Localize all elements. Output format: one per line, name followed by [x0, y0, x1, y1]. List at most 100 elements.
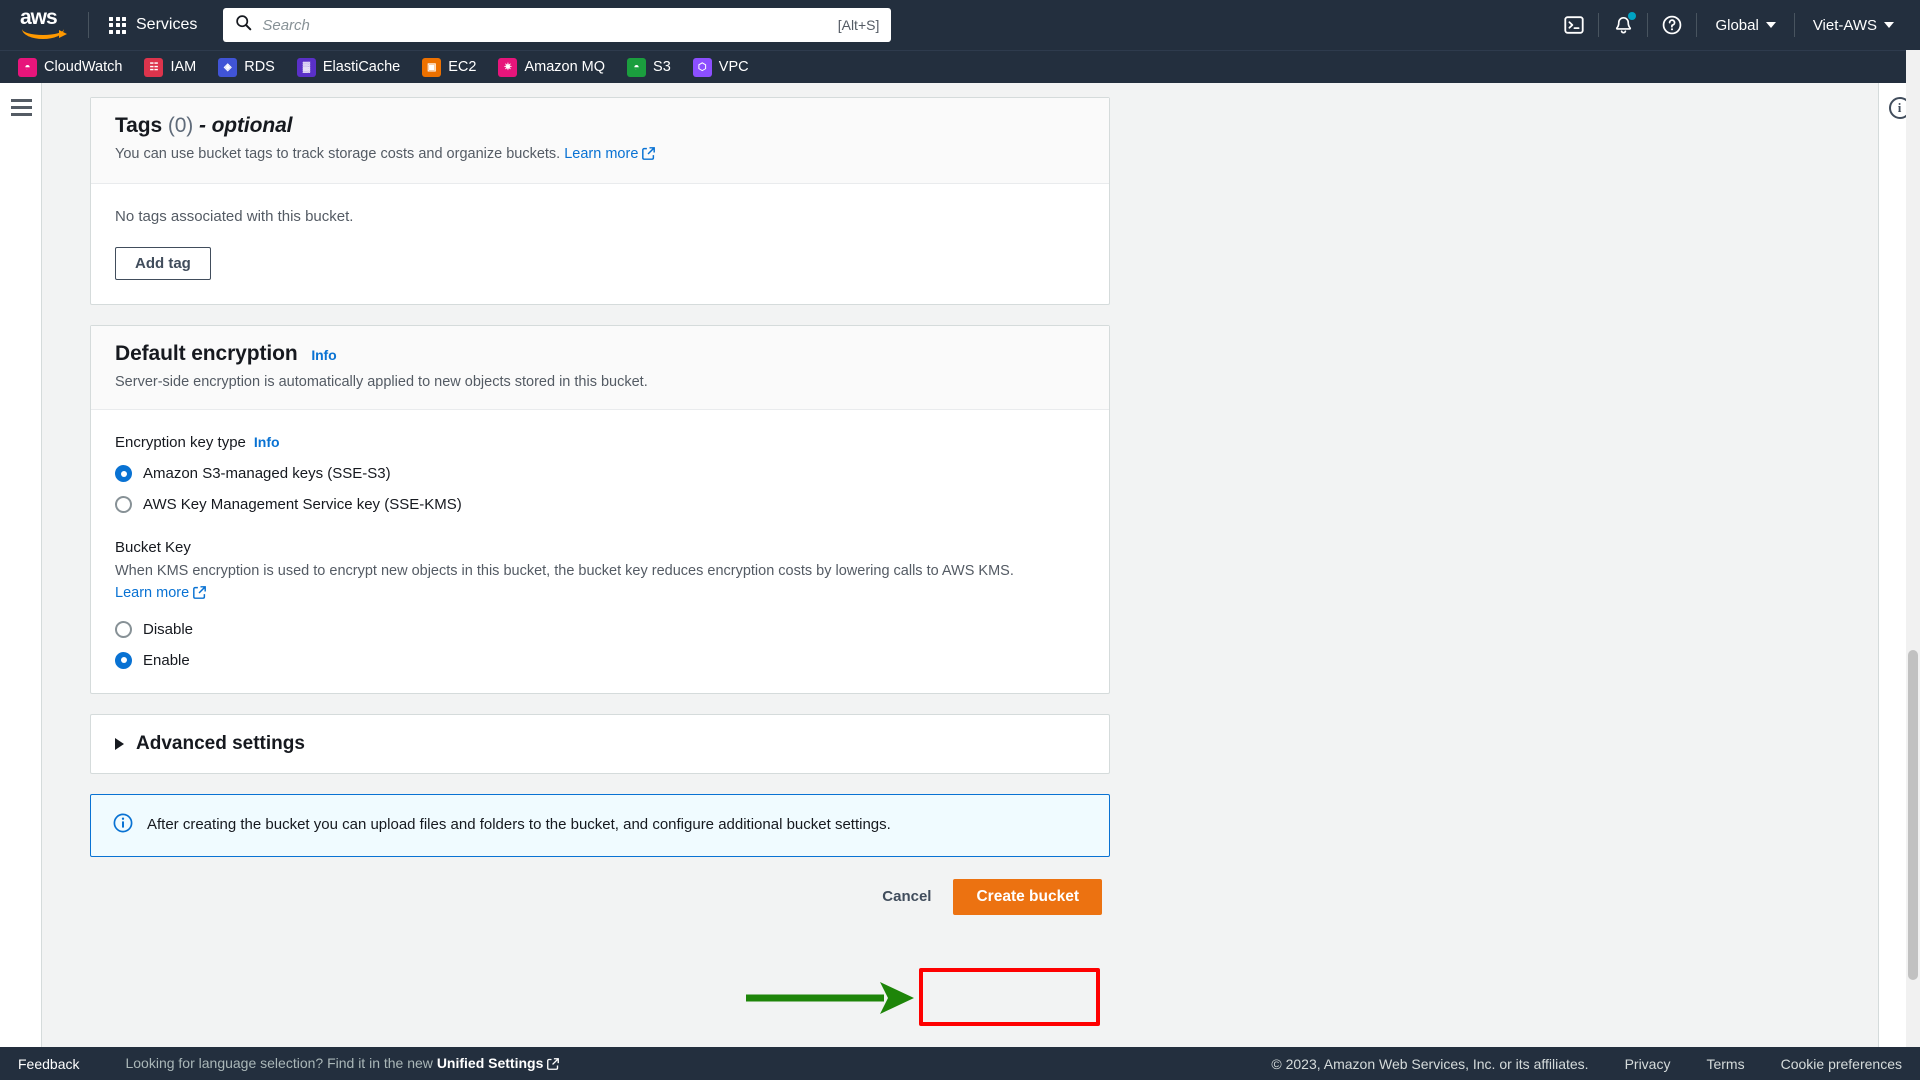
- favorite-rds[interactable]: ◈ RDS: [218, 57, 275, 77]
- add-tag-button[interactable]: Add tag: [115, 247, 211, 281]
- terms-link[interactable]: Terms: [1706, 1056, 1744, 1072]
- tags-count: (0): [167, 114, 194, 137]
- key-type-info-link[interactable]: Info: [254, 434, 280, 450]
- radio-label[interactable]: Enable: [143, 652, 190, 669]
- question-circle-icon[interactable]: [1652, 7, 1692, 43]
- info-alert: After creating the bucket you can upload…: [90, 793, 1110, 857]
- notification-indicator-dot: [1628, 12, 1637, 20]
- favorite-label: VPC: [718, 59, 749, 75]
- bucket-key-section: Bucket Key When KMS encryption is used t…: [115, 539, 1085, 669]
- page-footer: Feedback Looking for language selection?…: [0, 1047, 1920, 1080]
- search-icon: [235, 14, 252, 36]
- favorite-label: Amazon MQ: [524, 59, 606, 75]
- nav-divider: [1647, 13, 1649, 37]
- services-menu-button[interactable]: Services: [105, 10, 201, 40]
- encryption-key-type-label-row: Encryption key type Info: [115, 434, 1085, 451]
- favorite-amazon-mq[interactable]: ✷ Amazon MQ: [498, 57, 606, 77]
- ec2-icon: ▣: [422, 57, 442, 77]
- aws-logo[interactable]: aws: [18, 6, 72, 42]
- grid-apps-icon: [109, 16, 126, 34]
- cancel-button[interactable]: Cancel: [870, 888, 943, 905]
- region-label: Global: [1715, 16, 1759, 34]
- radio-button-selected[interactable]: [115, 465, 132, 483]
- aws-logo-smile: [22, 29, 67, 39]
- encryption-card-header: Default encryption Info Server-side encr…: [91, 326, 1109, 411]
- vpc-icon: ⬡: [692, 57, 712, 77]
- favorite-label: RDS: [244, 59, 275, 75]
- page-shell: Tags (0) - optional You can use bucket t…: [0, 83, 1920, 1080]
- nav-divider: [1696, 13, 1698, 37]
- tags-description-text: You can use bucket tags to track storage…: [115, 146, 561, 162]
- advanced-settings-card[interactable]: Advanced settings: [90, 713, 1110, 774]
- external-link-icon: [642, 146, 656, 167]
- radio-button-unselected[interactable]: [115, 620, 132, 638]
- favorite-s3[interactable]: ◓ S3: [627, 57, 671, 77]
- create-bucket-button[interactable]: Create bucket: [953, 878, 1102, 915]
- left-navigation-rail: [0, 83, 42, 1080]
- favorite-elasticache[interactable]: ▓ ElastiCache: [296, 57, 401, 77]
- radio-button-selected[interactable]: [115, 651, 132, 669]
- favorite-label: S3: [653, 59, 671, 75]
- favorite-vpc[interactable]: ⬡ VPC: [692, 57, 749, 77]
- top-navigation-bar: aws Services [Alt+S]: [0, 0, 1920, 50]
- favorite-label: IAM: [170, 59, 197, 75]
- favorite-ec2[interactable]: ▣ EC2: [422, 57, 476, 77]
- search-input[interactable]: [262, 16, 838, 34]
- nav-divider: [1793, 13, 1795, 37]
- tags-card-title: Tags (0) - optional: [115, 114, 1085, 138]
- cloudshell-terminal-icon[interactable]: [1554, 7, 1594, 43]
- favorite-iam[interactable]: ☷ IAM: [144, 57, 197, 77]
- bucket-key-description-text: When KMS encryption is used to encrypt n…: [115, 563, 1014, 580]
- radio-label[interactable]: Amazon S3-managed keys (SSE-S3): [143, 465, 391, 482]
- page-scrollbar[interactable]: [1906, 50, 1920, 1047]
- cookie-preferences-link[interactable]: Cookie preferences: [1781, 1056, 1902, 1072]
- tags-card-body: No tags associated with this bucket. Add…: [91, 184, 1109, 304]
- tags-empty-state-text: No tags associated with this bucket.: [115, 208, 354, 226]
- scrollbar-thumb[interactable]: [1908, 650, 1918, 980]
- aws-logo-wordmark: aws: [20, 6, 58, 29]
- radio-option-bucket-key-disable[interactable]: Disable: [115, 620, 1085, 638]
- favorite-label: ElastiCache: [322, 59, 401, 75]
- account-label: Viet-AWS: [1812, 16, 1877, 34]
- bell-icon[interactable]: [1603, 7, 1643, 43]
- tags-card: Tags (0) - optional You can use bucket t…: [90, 97, 1110, 306]
- tags-title-text: Tags: [115, 114, 163, 137]
- radio-label[interactable]: AWS Key Management Service key (SSE-KMS): [143, 496, 462, 513]
- tags-card-header: Tags (0) - optional You can use bucket t…: [91, 98, 1109, 185]
- radio-button-unselected[interactable]: [115, 496, 132, 514]
- footer-right-group: © 2023, Amazon Web Services, Inc. or its…: [1271, 1056, 1902, 1072]
- language-notice: Looking for language selection? Find it …: [125, 1055, 560, 1073]
- elasticache-icon: ▓: [296, 57, 316, 77]
- advanced-settings-label: Advanced settings: [136, 732, 305, 754]
- encryption-card-description: Server-side encryption is automatically …: [115, 374, 648, 391]
- privacy-link[interactable]: Privacy: [1625, 1056, 1671, 1072]
- advanced-settings-toggle[interactable]: Advanced settings: [91, 715, 1109, 773]
- radio-label[interactable]: Disable: [143, 621, 193, 638]
- favorite-label: CloudWatch: [44, 59, 123, 75]
- rds-icon: ◈: [218, 57, 238, 77]
- chevron-right-triangle-icon: [115, 737, 124, 750]
- region-selector[interactable]: Global: [1701, 7, 1789, 43]
- radio-option-bucket-key-enable[interactable]: Enable: [115, 651, 1085, 669]
- s3-icon: ◓: [627, 57, 647, 77]
- amazon-mq-icon: ✷: [498, 57, 518, 77]
- feedback-link[interactable]: Feedback: [18, 1056, 79, 1072]
- radio-option-sse-kms[interactable]: AWS Key Management Service key (SSE-KMS): [115, 496, 1085, 514]
- account-menu[interactable]: Viet-AWS: [1799, 7, 1908, 43]
- chevron-down-icon: [1765, 22, 1776, 28]
- radio-option-sse-s3[interactable]: Amazon S3-managed keys (SSE-S3): [115, 465, 1085, 483]
- cloudwatch-icon: ◓: [18, 57, 37, 77]
- tags-learn-more-link[interactable]: Learn more: [564, 146, 638, 162]
- global-search-bar[interactable]: [Alt+S]: [223, 8, 892, 42]
- nav-divider: [88, 12, 89, 38]
- chevron-down-icon: [1884, 22, 1894, 28]
- favorite-cloudwatch[interactable]: ◓ CloudWatch: [18, 57, 123, 77]
- bucket-key-learn-more-link[interactable]: Learn more: [115, 585, 189, 601]
- top-nav-right-group: Global Viet-AWS: [1554, 0, 1908, 50]
- encryption-info-link[interactable]: Info: [311, 347, 336, 363]
- info-alert-text: After creating the bucket you can upload…: [147, 815, 891, 833]
- iam-icon: ☷: [144, 57, 164, 77]
- hamburger-menu-icon[interactable]: [0, 99, 42, 116]
- unified-settings-link[interactable]: Unified Settings: [437, 1055, 544, 1071]
- default-encryption-card: Default encryption Info Server-side encr…: [90, 325, 1110, 694]
